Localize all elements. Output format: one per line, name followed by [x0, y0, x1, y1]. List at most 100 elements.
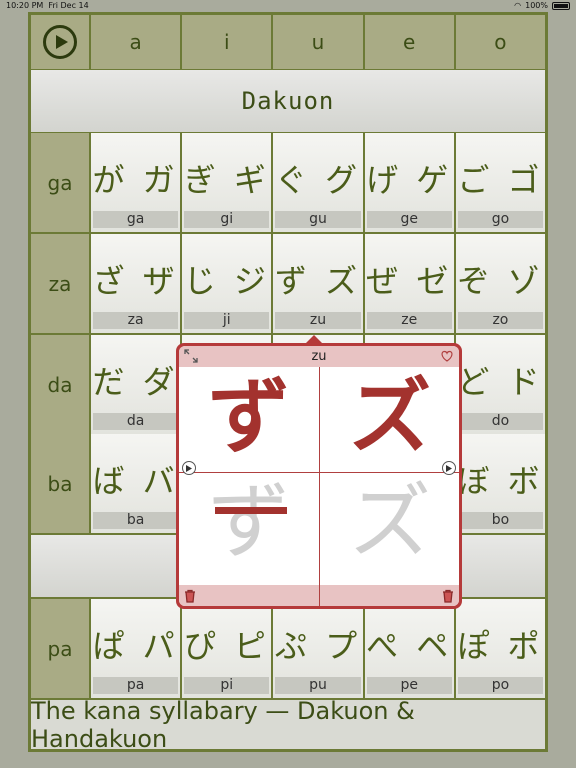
kana-text: ぎ ギ — [183, 161, 270, 199]
popup-pointer — [306, 335, 322, 343]
kana-text: ぺ ペ — [366, 627, 453, 665]
romaji-label: zo — [457, 312, 544, 329]
battery-icon — [552, 1, 570, 10]
expand-icon[interactable] — [184, 349, 198, 363]
hiragana-stroke-guide: ず — [207, 475, 290, 570]
vowel-header-row: a i u e o — [31, 15, 546, 69]
romaji-label: pi — [184, 677, 270, 694]
romaji-label: za — [93, 312, 179, 329]
trash-icon[interactable] — [183, 589, 197, 603]
kana-text: だ ダ — [92, 363, 179, 401]
kana-row-za: za ざ ザ za じ ジ ji ず ズ zu ぜ ゼ ze ぞ ゾ zo — [31, 234, 546, 333]
status-time: 10:20 PM Fri Dec 14 — [6, 1, 89, 10]
play-icon — [186, 464, 192, 472]
kana-text: ぼ ボ — [457, 462, 544, 500]
romaji-label: pu — [275, 677, 361, 694]
kana-cell[interactable]: ぼ ボ bo — [455, 434, 546, 533]
vowel-header-a[interactable]: a — [91, 15, 181, 69]
hiragana-large: ず — [207, 370, 290, 465]
romaji-label: ge — [366, 211, 452, 228]
kana-cell[interactable]: げ ゲ ge — [364, 133, 454, 232]
romaji-label: ga — [93, 211, 179, 228]
kana-cell[interactable]: ぴ ピ pi — [182, 599, 272, 698]
kana-text: ず ズ — [274, 262, 362, 300]
popup-header: zu — [179, 346, 459, 367]
kana-detail-popup: zu ず ズ ず ズ — [176, 335, 462, 609]
vowel-header-o[interactable]: o — [455, 15, 546, 69]
kana-text: ば バ — [92, 462, 179, 500]
katakana-large: ズ — [348, 370, 431, 465]
kana-text: が ガ — [92, 161, 179, 199]
play-hiragana-button[interactable] — [182, 461, 196, 475]
heart-icon[interactable] — [440, 349, 454, 363]
romaji-label: do — [457, 413, 544, 430]
footer-title: The kana syllabary — Dakuon & Handakuon — [31, 697, 545, 753]
katakana-stroke-guide: ズ — [348, 475, 431, 570]
kana-text: ご ゴ — [457, 161, 544, 199]
kana-row-pa: pa ぱ パ pa ぴ ピ pi ぷ プ pu ぺ ペ pe ぽ ポ po — [31, 599, 546, 698]
vowel-header-i[interactable]: i — [182, 15, 272, 69]
romaji-label: zu — [275, 312, 361, 329]
romaji-label: pe — [366, 677, 452, 694]
vowel-header-e[interactable]: e — [364, 15, 454, 69]
trash-icon[interactable] — [441, 589, 455, 603]
row-label[interactable]: ga — [31, 133, 89, 232]
play-icon — [446, 464, 452, 472]
row-label[interactable]: pa — [31, 599, 89, 698]
status-bar: 10:20 PM Fri Dec 14 ◠ 100% — [0, 0, 576, 12]
stroke-order-grid: ず ズ ず ズ — [179, 367, 459, 585]
romaji-label: po — [457, 677, 544, 694]
kana-cell[interactable]: ぺ ペ pe — [364, 599, 454, 698]
row-label[interactable]: da — [31, 335, 89, 434]
kana-text: ぴ ピ — [183, 627, 270, 665]
kana-cell[interactable]: ば バ ba — [91, 434, 181, 533]
romaji-label: ze — [366, 312, 452, 329]
kana-text: ぽ ポ — [457, 627, 544, 665]
wifi-icon: ◠ — [514, 1, 522, 10]
kana-text: げ ゲ — [366, 161, 453, 199]
play-all-cell — [31, 15, 89, 69]
kana-cell[interactable]: ぐ グ gu — [273, 133, 363, 232]
kana-text: ぞ ゾ — [457, 262, 544, 300]
romaji-label: gi — [184, 211, 270, 228]
romaji-label: pa — [93, 677, 179, 694]
kana-cell[interactable]: ぷ プ pu — [273, 599, 363, 698]
battery-percent: 100% — [525, 1, 548, 10]
kana-text: ぱ パ — [92, 627, 179, 665]
kana-cell[interactable]: ぞ ゾ zo — [455, 234, 546, 333]
kana-row-ga: ga が ガ ga ぎ ギ gi ぐ グ gu げ ゲ ge ご ゴ go — [31, 133, 546, 232]
kana-cell[interactable]: ご ゴ go — [455, 133, 546, 232]
kana-cell[interactable]: ど ド do — [455, 335, 546, 434]
stroke-highlight — [215, 507, 287, 514]
kana-cell[interactable]: ぱ パ pa — [91, 599, 181, 698]
romaji-label: bo — [457, 512, 544, 529]
romaji-label: go — [457, 211, 544, 228]
kana-text: ど ド — [457, 363, 544, 401]
kana-cell[interactable]: ぽ ポ po — [455, 599, 546, 698]
kana-cell-selected[interactable]: ず ズ zu — [273, 234, 363, 333]
row-label[interactable]: ba — [31, 434, 89, 533]
section-title-dakuon: Dakuon — [31, 70, 545, 132]
kana-text: ぜ ゼ — [366, 262, 453, 300]
popup-title: zu — [311, 349, 327, 364]
romaji-label: ji — [184, 312, 270, 329]
vowel-header-u[interactable]: u — [273, 15, 363, 69]
romaji-label: ba — [93, 512, 179, 529]
popup-footer — [179, 585, 459, 606]
kana-cell[interactable]: が ガ ga — [91, 133, 181, 232]
kana-cell[interactable]: ざ ザ za — [91, 234, 181, 333]
play-icon — [55, 35, 68, 49]
kana-text: ぷ プ — [274, 627, 362, 665]
kana-cell[interactable]: だ ダ da — [91, 335, 181, 434]
kana-text: じ ジ — [183, 262, 270, 300]
kana-text: ざ ザ — [92, 262, 179, 300]
kana-cell[interactable]: ぜ ゼ ze — [364, 234, 454, 333]
kana-text: ぐ グ — [274, 161, 362, 199]
romaji-label: gu — [275, 211, 361, 228]
play-katakana-button[interactable] — [442, 461, 456, 475]
play-all-button[interactable] — [43, 25, 77, 59]
row-label[interactable]: za — [31, 234, 89, 333]
kana-cell[interactable]: じ ジ ji — [182, 234, 272, 333]
kana-cell[interactable]: ぎ ギ gi — [182, 133, 272, 232]
romaji-label: da — [93, 413, 179, 430]
